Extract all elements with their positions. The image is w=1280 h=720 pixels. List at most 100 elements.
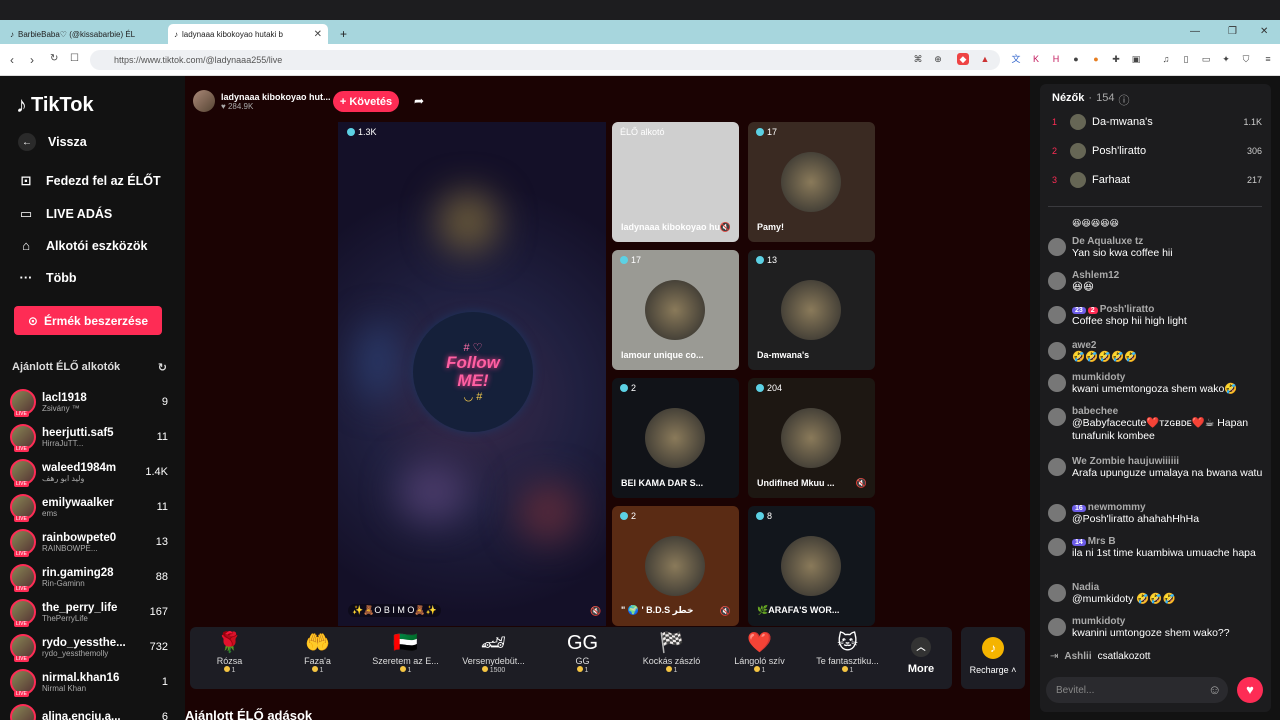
chat-avatar[interactable] <box>1048 618 1066 636</box>
chat-username[interactable]: mumkidoty <box>1072 372 1125 383</box>
chat-username[interactable]: We Zombie haujuwiiiiii <box>1072 456 1179 467</box>
top-viewer[interactable]: 3 Farhaat 217 <box>1052 170 1262 190</box>
recommended-creator[interactable]: LIVE lacl1918 Zsivány ™ 9 <box>10 386 168 418</box>
tiktok-logo[interactable]: ♪ TikTok <box>16 92 94 118</box>
guest-stream-tile[interactable]: 2 " 🌍 ' B.D.S خطر 🔇 <box>612 506 739 626</box>
recommended-creator[interactable]: LIVE rainbowpete0 RAINBOWPE... 13 <box>10 526 168 558</box>
nav-back[interactable]: ← Vissza <box>18 133 87 151</box>
gift-item[interactable]: 🇦🇪 Szeretem az E... 1 <box>363 630 448 674</box>
recommended-creator[interactable]: LIVE nirmal.khan16 Nirmal Khan 1 <box>10 666 168 698</box>
top-viewer[interactable]: 1 Da-mwana's 1.1K <box>1052 112 1262 132</box>
mute-icon[interactable]: 🔇 <box>856 478 867 489</box>
like-heart-button[interactable]: ♥ <box>1237 677 1263 703</box>
wallet-icon[interactable]: ▭ <box>1200 53 1212 65</box>
chat-avatar[interactable] <box>1048 538 1066 556</box>
chat-username[interactable]: babechee <box>1072 406 1118 417</box>
translate-icon[interactable]: 文 <box>1010 53 1022 65</box>
recommended-creator[interactable]: LIVE waleed1984m وليد ابو رهف 1.4K <box>10 456 168 488</box>
chat-username[interactable]: mumkidoty <box>1072 616 1125 627</box>
menu-icon[interactable]: ≡ <box>1262 53 1274 65</box>
close-tab-icon[interactable]: ✕ <box>314 29 322 40</box>
get-coins-button[interactable]: ⊙ Érmék beszerzése <box>14 306 162 335</box>
chat-avatar[interactable] <box>1048 584 1066 602</box>
chat-avatar[interactable] <box>1048 306 1066 324</box>
chat-username[interactable]: De Aqualuxe tz <box>1072 236 1143 247</box>
chat-input[interactable]: Bevitel... <box>1046 677 1228 703</box>
guest-stream-tile[interactable]: 17 lamour unique co... <box>612 250 739 370</box>
guest-stream-tile[interactable]: 8 🌿ARAFA'S WOR... <box>748 506 875 626</box>
extension-orange-icon[interactable]: ● <box>1090 53 1102 65</box>
main-stream-video[interactable]: 1.3K # ♡ Follow ME! ◡ # ✨🧸O B I M O🧸✨ 🔇 <box>338 122 606 626</box>
mute-icon[interactable]: 🔇 <box>720 606 731 617</box>
recommended-creator[interactable]: LIVE rin.gaming28 Rin-Gaminn 88 <box>10 561 168 593</box>
gift-item[interactable]: 🐱 Te fantasztiku... 1 <box>805 630 890 674</box>
new-tab-button[interactable]: + <box>334 24 350 44</box>
gift-item[interactable]: 🤲 Faza'a 1 <box>275 630 360 674</box>
more-gifts-button[interactable]: ︿ More <box>903 637 939 675</box>
nav-explore-live[interactable]: ⊡ Fedezd fel az ÉLŐT <box>18 173 161 189</box>
forward-icon[interactable]: › <box>30 53 34 67</box>
chat-username[interactable]: Nadia <box>1072 582 1099 593</box>
sparkle-icon[interactable]: ✦ <box>1220 53 1232 65</box>
mute-icon[interactable]: 🔇 <box>720 222 731 233</box>
nav-creator-tools[interactable]: ⌂ Alkotói eszközök <box>18 238 147 253</box>
chat-avatar[interactable] <box>1048 408 1066 426</box>
viewers-header[interactable]: Nézők · 154 ⓘ <box>1052 92 1129 108</box>
extension-his-icon[interactable]: H <box>1050 53 1062 65</box>
shield-icon[interactable]: ⛉ <box>1240 53 1252 65</box>
vpn-icon[interactable]: ▲ <box>979 53 991 65</box>
extension-box-icon[interactable]: ▣ <box>1130 53 1142 65</box>
mute-icon[interactable]: 🔇 <box>590 606 601 617</box>
chat-username[interactable]: awe2 <box>1072 340 1096 351</box>
reload-icon[interactable]: ↻ <box>50 53 58 64</box>
host-avatar[interactable] <box>193 90 215 112</box>
guest-stream-tile[interactable]: 204 Undifined Mkuu ... 🔇 <box>748 378 875 498</box>
refresh-icon[interactable]: ↻ <box>158 361 167 374</box>
guest-stream-tile[interactable]: 2 BEI KAMA DAR S... <box>612 378 739 498</box>
chat-avatar[interactable] <box>1048 272 1066 290</box>
follow-button[interactable]: + Követés <box>333 91 399 112</box>
zoom-icon[interactable]: ⊕ <box>932 53 944 65</box>
recommended-creator[interactable]: LIVE heerjutti.saf5 HirraJuTT... 11 <box>10 421 168 453</box>
back-icon[interactable]: ‹ <box>10 53 14 67</box>
chat-avatar[interactable] <box>1048 238 1066 256</box>
sidebar-toggle-icon[interactable]: ▯ <box>1180 53 1192 65</box>
bookmark-icon[interactable]: ☐ <box>70 53 79 64</box>
gift-item[interactable]: 🌹 Rózsa 1 <box>187 630 272 674</box>
browser-tab-2[interactable]: ♪ ladynaaa kibokoyao hutaki b ✕ <box>168 24 328 44</box>
nav-live[interactable]: ▭ LIVE ADÁS <box>18 206 112 222</box>
chat-avatar[interactable] <box>1048 342 1066 360</box>
puzzle-icon[interactable]: ✚ <box>1110 53 1122 65</box>
extension-k-icon[interactable]: K <box>1030 53 1042 65</box>
recommended-creator[interactable]: LIVE emilywaalker ems 11 <box>10 491 168 523</box>
guest-stream-tile[interactable]: ÉLŐ alkotó ladynaaa kibokoyao hut: 🔇 <box>612 122 739 242</box>
restore-icon[interactable]: ❐ <box>1228 26 1237 37</box>
guest-stream-tile[interactable]: 13 Da-mwana's <box>748 250 875 370</box>
url-bar[interactable]: https://www.tiktok.com/@ladynaaa255/live <box>90 50 1000 70</box>
recommended-creator[interactable]: LIVE the_perry_life ThePerryLife 167 <box>10 596 168 628</box>
chat-username[interactable]: Posh'liratto <box>1100 304 1155 315</box>
gift-item[interactable]: 🏁 Kockás zászló 1 <box>629 630 714 674</box>
extension-circle-icon[interactable]: ● <box>1070 53 1082 65</box>
recommended-creator[interactable]: LIVE alina.enciu.a... 6 <box>10 701 168 720</box>
chat-avatar[interactable] <box>1048 504 1066 522</box>
brave-shield-icon[interactable]: ◆ <box>957 53 969 65</box>
share-icon[interactable]: ➦ <box>414 94 424 108</box>
music-icon[interactable]: ♫ <box>1160 53 1172 65</box>
chat-username[interactable]: Ashlem12 <box>1072 270 1119 281</box>
gift-item[interactable]: 🏎 Versenydebüt... 1500 <box>451 630 536 674</box>
chat-avatar[interactable] <box>1048 458 1066 476</box>
emoji-icon[interactable]: ☺ <box>1208 682 1221 697</box>
gift-item[interactable]: ❤️ Lángoló szív 1 <box>717 630 802 674</box>
reader-icon[interactable]: ⌘ <box>912 53 924 65</box>
guest-stream-tile[interactable]: 17 Pamy! <box>748 122 875 242</box>
host-name[interactable]: ladynaaa kibokoyao hut... <box>221 92 331 102</box>
browser-tab-1[interactable]: ♪ BarbieBaba♡ (@kissabarbie) ÉL <box>4 24 164 44</box>
chat-username[interactable]: Mrs B <box>1088 536 1116 547</box>
close-window-icon[interactable]: ✕ <box>1260 26 1268 37</box>
chat-username[interactable]: newmommy <box>1088 502 1146 513</box>
info-icon[interactable]: ⓘ <box>1118 92 1129 108</box>
recharge-button[interactable]: ♪ Recharge ˄ <box>961 627 1025 689</box>
chat-avatar[interactable] <box>1048 374 1066 392</box>
gift-item[interactable]: GG GG 1 <box>540 630 625 674</box>
